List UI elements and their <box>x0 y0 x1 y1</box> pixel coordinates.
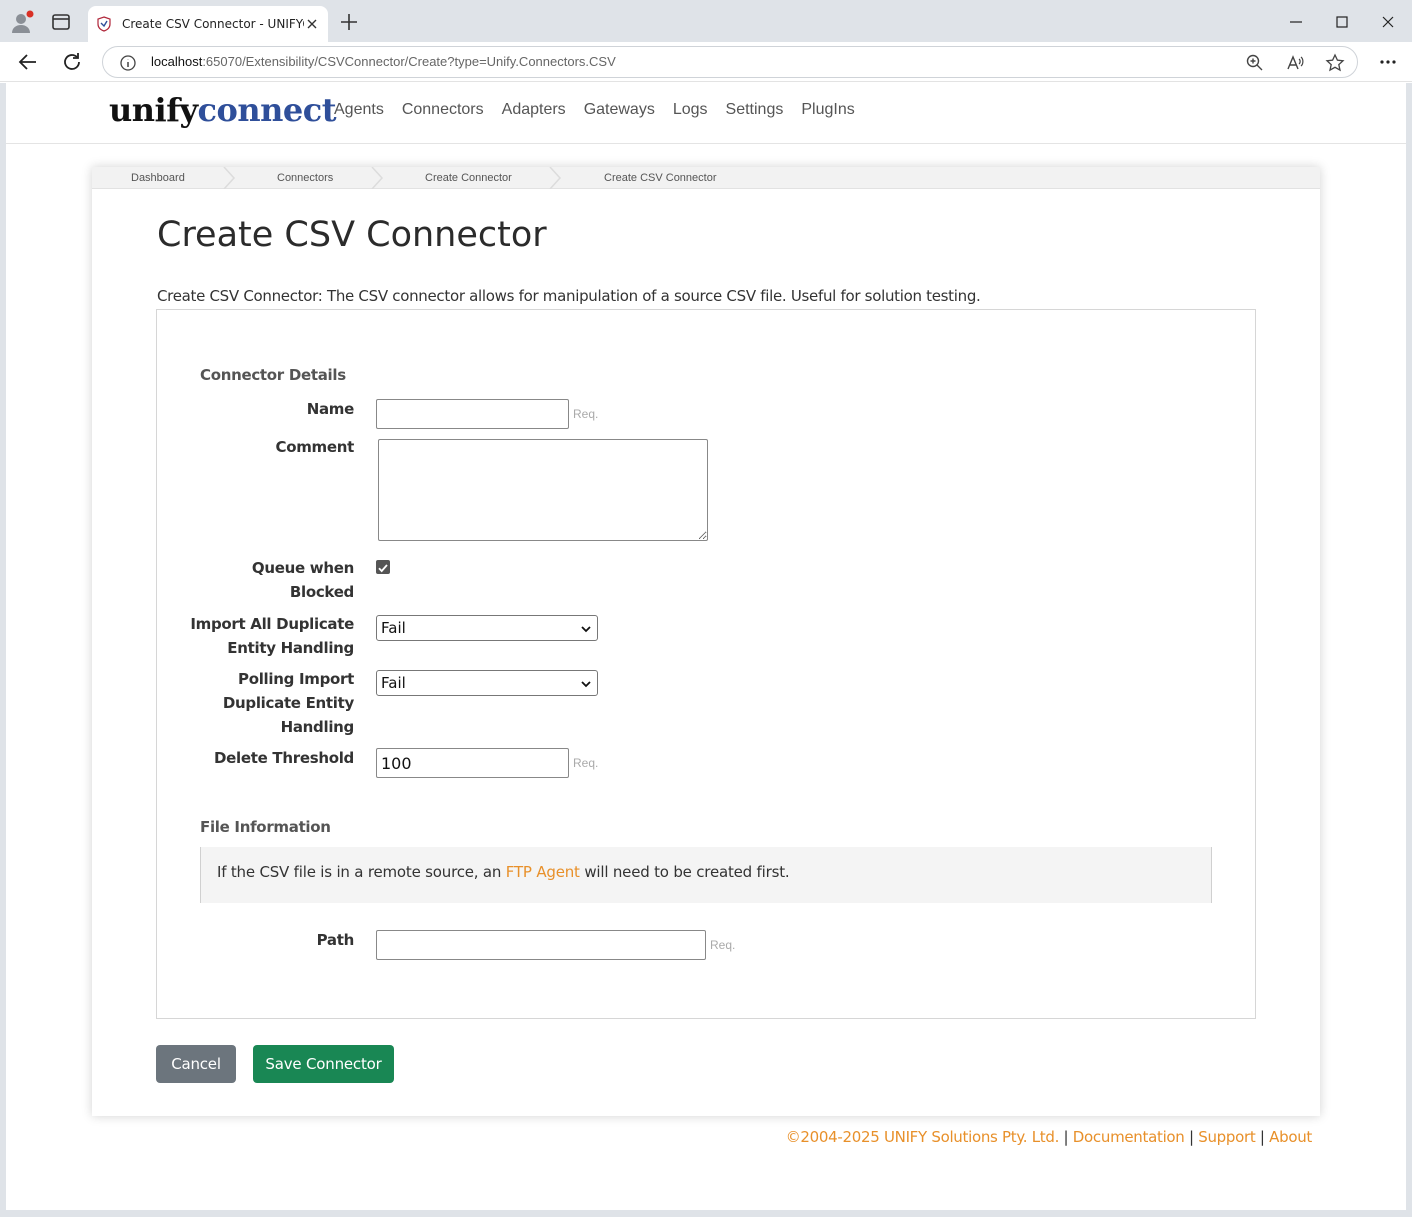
browser-tabbar: Create CSV Connector - UNIFYConnect <box>0 0 1412 42</box>
queue-when-blocked-checkbox[interactable] <box>376 560 390 574</box>
ftp-info-panel: If the CSV file is in a remote source, a… <box>200 847 1212 903</box>
nav-settings[interactable]: Settings <box>726 101 784 119</box>
path-label: Path <box>316 931 355 949</box>
delete-threshold-required-hint: Req. <box>573 756 599 770</box>
name-input[interactable] <box>376 399 569 429</box>
read-aloud-icon[interactable] <box>1285 53 1305 73</box>
zoom-icon[interactable] <box>1245 53 1265 73</box>
name-label: Name <box>306 400 355 418</box>
import-duplicate-handling-value: Fail <box>381 619 406 637</box>
path-required-hint: Req. <box>710 938 736 952</box>
chevron-down-icon <box>581 681 591 688</box>
page-footer: ©2004-2025 UNIFY Solutions Pty. Ltd. | D… <box>786 1128 1313 1146</box>
info-text-end: will need to be created first. <box>579 863 790 881</box>
footer-separator: | <box>1259 1128 1265 1146</box>
comment-textarea[interactable] <box>378 439 708 541</box>
connector-form: Connector Details Name Req. Comment Queu… <box>156 309 1256 1019</box>
site-header: unifyconnect Agents Connectors Adapters … <box>6 83 1406 144</box>
window-border-right <box>1406 83 1412 1217</box>
more-options-icon[interactable] <box>1376 50 1400 74</box>
page-title: Create CSV Connector <box>157 215 547 255</box>
unifyconnect-logo[interactable]: unifyconnect <box>109 91 337 129</box>
page-description: Create CSV Connector: The CSV connector … <box>157 287 981 305</box>
shield-favicon-icon <box>97 16 111 32</box>
polling-duplicate-handling-select[interactable]: Fail <box>376 670 598 696</box>
path-input[interactable] <box>376 930 706 960</box>
chevron-down-icon <box>581 626 591 633</box>
polling-duplicate-handling-value: Fail <box>381 674 406 692</box>
close-tab-icon[interactable] <box>304 16 320 32</box>
minimize-icon[interactable] <box>1284 10 1308 34</box>
profile-icon[interactable] <box>10 9 36 35</box>
breadcrumb-chevron-icon <box>549 167 562 189</box>
section-connector-details: Connector Details <box>200 366 346 384</box>
breadcrumb: Dashboard Connectors Create Connector Cr… <box>92 167 1320 189</box>
cancel-button[interactable]: Cancel <box>156 1045 236 1083</box>
main-nav: Agents Connectors Adapters Gateways Logs… <box>334 101 855 119</box>
site-info-icon[interactable] <box>119 54 137 72</box>
import-duplicate-handling-select[interactable]: Fail <box>376 615 598 641</box>
breadcrumb-dashboard[interactable]: Dashboard <box>131 172 185 184</box>
nav-logs[interactable]: Logs <box>673 101 708 119</box>
nav-adapters[interactable]: Adapters <box>502 101 566 119</box>
breadcrumb-create-connector[interactable]: Create Connector <box>425 172 512 184</box>
breadcrumb-connectors[interactable]: Connectors <box>277 172 333 184</box>
page-viewport: unifyconnect Agents Connectors Adapters … <box>6 83 1406 1210</box>
browser-tab-active[interactable]: Create CSV Connector - UNIFYConnect <box>88 6 328 42</box>
polling-duplicate-handling-label: Polling Import Duplicate Entity Handling <box>222 670 354 736</box>
nav-gateways[interactable]: Gateways <box>584 101 655 119</box>
section-file-information: File Information <box>200 818 331 836</box>
content-card: Dashboard Connectors Create Connector Cr… <box>92 167 1320 1116</box>
save-connector-button[interactable]: Save Connector <box>253 1045 394 1083</box>
nav-connectors[interactable]: Connectors <box>402 101 484 119</box>
url-text: localhost:65070/Extensibility/CSVConnect… <box>151 54 616 69</box>
tab-title: Create CSV Connector - UNIFYConnect <box>122 17 304 31</box>
new-tab-icon[interactable] <box>338 11 360 33</box>
footer-separator: | <box>1189 1128 1194 1146</box>
copyright-link[interactable]: ©2004-2025 UNIFY Solutions Pty. Ltd. <box>786 1128 1060 1146</box>
tab-actions-icon[interactable] <box>48 9 74 35</box>
queue-when-blocked-label: Queue when Blocked <box>251 559 354 601</box>
documentation-link[interactable]: Documentation <box>1073 1128 1185 1146</box>
support-link[interactable]: Support <box>1198 1128 1256 1146</box>
window-border-bottom <box>0 1210 1412 1217</box>
nav-plugins[interactable]: PlugIns <box>801 101 854 119</box>
import-duplicate-handling-label: Import All Duplicate Entity Handling <box>190 615 354 657</box>
address-bar: localhost:65070/Extensibility/CSVConnect… <box>0 42 1412 82</box>
window-close-icon[interactable] <box>1376 10 1400 34</box>
favorite-star-icon[interactable] <box>1325 53 1345 73</box>
checkmark-icon <box>378 564 388 573</box>
breadcrumb-chevron-icon <box>223 167 236 189</box>
breadcrumb-chevron-icon <box>371 167 384 189</box>
name-required-hint: Req. <box>573 407 599 421</box>
footer-separator: | <box>1063 1128 1069 1146</box>
nav-agents[interactable]: Agents <box>334 101 384 119</box>
delete-threshold-input[interactable] <box>376 748 569 778</box>
info-text: If the CSV file is in a remote source, a… <box>217 863 506 881</box>
reload-icon[interactable] <box>60 50 84 74</box>
ftp-agent-link[interactable]: FTP Agent <box>506 863 580 881</box>
about-link[interactable]: About <box>1269 1128 1312 1146</box>
back-arrow-icon[interactable] <box>16 50 40 74</box>
maximize-icon[interactable] <box>1330 10 1354 34</box>
delete-threshold-label: Delete Threshold <box>214 749 354 767</box>
comment-label: Comment <box>275 438 355 456</box>
breadcrumb-create-csv-connector: Create CSV Connector <box>604 172 717 184</box>
url-input[interactable]: localhost:65070/Extensibility/CSVConnect… <box>102 46 1358 78</box>
